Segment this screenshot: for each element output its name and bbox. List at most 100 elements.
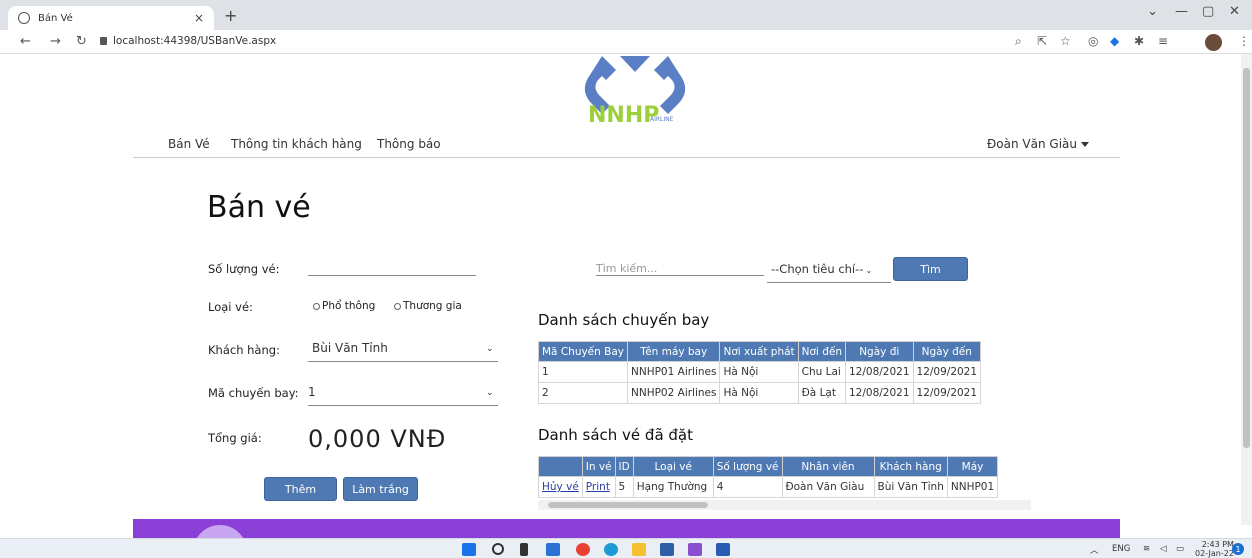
zoom-icon[interactable]: ⌕ bbox=[1015, 34, 1022, 49]
search-underline bbox=[596, 275, 764, 276]
menu-dots-icon[interactable]: ⋮ bbox=[1238, 34, 1250, 48]
reading-list-icon[interactable]: ≡ bbox=[1158, 34, 1168, 48]
notification-badge[interactable]: 1 bbox=[1232, 543, 1244, 555]
forward-icon[interactable]: → bbox=[50, 34, 61, 49]
tickets-scrollbar[interactable] bbox=[538, 500, 1031, 510]
cell: Đoàn Văn Giàu bbox=[781, 476, 875, 498]
cell: 12/09/2021 bbox=[912, 382, 982, 404]
reload-icon[interactable]: ↻ bbox=[76, 34, 87, 49]
battery-icon[interactable]: ▭ bbox=[1176, 544, 1184, 554]
cell: 1 bbox=[538, 361, 628, 383]
task-view-icon[interactable] bbox=[520, 543, 528, 556]
minimize-icon[interactable]: — bbox=[1175, 4, 1188, 19]
search-icon[interactable] bbox=[492, 543, 504, 555]
logo-text: NNHP bbox=[588, 103, 659, 126]
new-tab-button[interactable]: + bbox=[224, 6, 237, 25]
customer-select[interactable]: Bùi Văn Tỉnh bbox=[312, 341, 388, 355]
language-indicator[interactable]: ENG bbox=[1112, 544, 1130, 554]
total-value: 0,000 VNĐ bbox=[308, 425, 447, 453]
radio-thuong-gia[interactable]: Thương gia bbox=[394, 300, 462, 312]
table-row[interactable]: 2 NNHP02 Airlines Hà Nội Đà Lạt 12/08/20… bbox=[538, 382, 982, 404]
browser-tab[interactable]: Bán Vé × bbox=[8, 6, 214, 30]
clock[interactable]: 2:43 PM 02-Jan-22 bbox=[1195, 540, 1234, 558]
windows-start-icon[interactable] bbox=[462, 543, 476, 556]
address-bar: ← → ↻ localhost:44398/USBanVe.aspx ⌕ ⇱ ☆… bbox=[0, 30, 1252, 54]
lock-icon bbox=[100, 37, 107, 45]
airline-logo: NNHP AIRLINE bbox=[580, 54, 690, 128]
chevron-down-icon[interactable]: ⌄ bbox=[486, 388, 494, 398]
store-icon[interactable] bbox=[660, 543, 674, 556]
column-header[interactable]: Loại vé bbox=[632, 456, 714, 477]
visual-studio-icon[interactable] bbox=[688, 543, 702, 556]
widgets-icon[interactable] bbox=[546, 543, 560, 556]
page-scrollbar[interactable] bbox=[1241, 54, 1252, 525]
chevron-down-icon[interactable]: ⌄ bbox=[486, 344, 494, 354]
clear-button[interactable]: Làm trắng bbox=[343, 477, 418, 501]
edge-icon[interactable] bbox=[604, 543, 618, 556]
tab-close-icon[interactable]: × bbox=[194, 11, 204, 25]
column-header[interactable]: Nơi đến bbox=[797, 341, 846, 362]
word-icon[interactable] bbox=[716, 543, 730, 556]
cell: 12/08/2021 bbox=[844, 382, 914, 404]
column-header[interactable]: Ngày đi bbox=[844, 341, 914, 362]
maximize-icon[interactable]: ▢ bbox=[1202, 4, 1214, 19]
criteria-underline bbox=[767, 282, 891, 283]
table-row[interactable]: Hủy vé Print 5 Hạng Thường 4 Đoàn Văn Gi… bbox=[538, 476, 999, 498]
url-field[interactable]: localhost:44398/USBanVe.aspx bbox=[100, 35, 276, 47]
search-input[interactable]: Tìm kiếm... bbox=[596, 262, 657, 275]
column-header[interactable]: Tên máy bay bbox=[626, 341, 721, 362]
share-icon[interactable]: ⇱ bbox=[1037, 34, 1047, 48]
search-button[interactable]: Tìm bbox=[893, 257, 968, 281]
column-header[interactable]: Nhân viên bbox=[781, 456, 875, 477]
cell: Hạng Thường bbox=[632, 476, 714, 498]
column-header[interactable]: Máy bbox=[946, 456, 999, 477]
user-menu[interactable]: Đoàn Văn Giàu bbox=[987, 137, 1089, 151]
cell: Chu Lai bbox=[797, 361, 846, 383]
qty-label: Số lượng vé: bbox=[208, 262, 280, 276]
bookmark-star-icon[interactable]: ☆ bbox=[1060, 34, 1071, 48]
cell: 4 bbox=[712, 476, 783, 498]
radio-icon bbox=[313, 302, 320, 310]
radio-pho-thong[interactable]: Phổ thông bbox=[313, 300, 375, 312]
volume-icon[interactable]: ◁ bbox=[1160, 544, 1167, 554]
tickets-table-wrapper: In vé ID Loại vé Số lượng vé Nhân viên K… bbox=[538, 456, 1031, 500]
column-header[interactable]: Ngày đến bbox=[912, 341, 982, 362]
tab-title: Bán Vé bbox=[38, 12, 73, 24]
criteria-select[interactable]: --Chọn tiêu chí-- ⌄ bbox=[771, 262, 872, 276]
column-header[interactable]: Nơi xuất phát bbox=[719, 341, 799, 362]
chrome-icon[interactable] bbox=[576, 543, 590, 556]
close-window-icon[interactable]: ✕ bbox=[1229, 4, 1240, 19]
column-header[interactable]: ID bbox=[614, 456, 634, 477]
column-header[interactable]: Số lượng vé bbox=[712, 456, 783, 477]
print-ticket-link[interactable]: Print bbox=[581, 476, 616, 498]
flights-title: Danh sách chuyến bay bbox=[538, 311, 710, 329]
cancel-ticket-link[interactable]: Hủy vé bbox=[538, 476, 583, 498]
profile-avatar[interactable] bbox=[1205, 34, 1222, 51]
extensions-puzzle-icon[interactable]: ✱ bbox=[1134, 34, 1144, 48]
tab-search-chevron-icon[interactable]: ⌄ bbox=[1147, 4, 1158, 19]
add-button[interactable]: Thêm bbox=[264, 477, 337, 501]
url-text: localhost:44398/USBanVe.aspx bbox=[113, 35, 277, 47]
cell: Bùi Văn Tỉnh bbox=[873, 476, 948, 498]
extension-icon[interactable]: ◎ bbox=[1088, 34, 1098, 48]
customer-underline bbox=[308, 361, 498, 362]
column-header[interactable]: Mã Chuyến Bay bbox=[538, 341, 628, 362]
nav-thong-bao[interactable]: Thông báo bbox=[377, 137, 441, 151]
file-explorer-icon[interactable] bbox=[632, 543, 646, 556]
back-icon[interactable]: ← bbox=[20, 34, 31, 49]
flight-select[interactable]: 1 bbox=[308, 385, 316, 399]
logo-subtext: AIRLINE bbox=[650, 116, 674, 123]
cell: 12/08/2021 bbox=[844, 361, 914, 383]
extension-bird-icon[interactable]: ◆ bbox=[1110, 34, 1119, 48]
nav-ban-ve[interactable]: Bán Vé bbox=[168, 137, 210, 151]
browser-tab-bar: Bán Vé × + ⌄ — ▢ ✕ bbox=[0, 0, 1252, 30]
nav-thong-tin-khach-hang[interactable]: Thông tin khách hàng bbox=[231, 137, 362, 151]
cell: Hà Nội bbox=[719, 382, 799, 404]
wifi-icon[interactable]: ≋ bbox=[1143, 544, 1150, 554]
column-header[interactable]: Khách hàng bbox=[873, 456, 948, 477]
column-header[interactable]: In vé bbox=[581, 456, 616, 477]
tray-chevron-icon[interactable]: ︿ bbox=[1090, 544, 1099, 556]
cell: 2 bbox=[538, 382, 628, 404]
cell: NNHP01 bbox=[946, 476, 999, 498]
table-row[interactable]: 1 NNHP01 Airlines Hà Nội Chu Lai 12/08/2… bbox=[538, 361, 982, 383]
